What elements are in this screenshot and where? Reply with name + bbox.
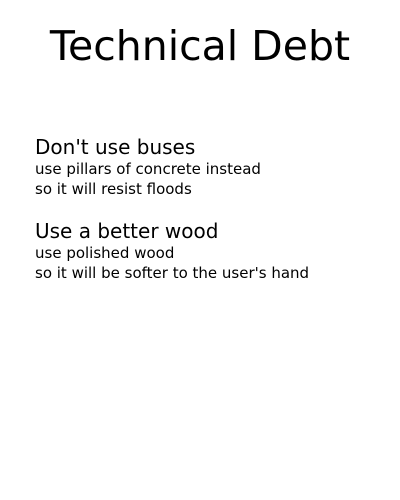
debt-item-detail: so it will be softer to the user's hand xyxy=(35,263,310,282)
debt-item-detail: use pillars of concrete instead xyxy=(35,160,261,178)
debt-list: Don't use buses use pillars of concrete … xyxy=(35,134,395,302)
debt-item-buses: Don't use buses use pillars of concrete … xyxy=(35,134,395,199)
debt-item-heading: Use a better wood xyxy=(35,219,219,243)
page-title: Technical Debt xyxy=(49,22,351,70)
debt-item-heading: Don't use buses xyxy=(35,135,196,159)
debt-item-detail: use polished wood xyxy=(35,244,175,262)
debt-item-wood: Use a better wood use polished wood so i… xyxy=(35,218,395,283)
debt-item-detail: so it will resist floods xyxy=(35,179,192,198)
